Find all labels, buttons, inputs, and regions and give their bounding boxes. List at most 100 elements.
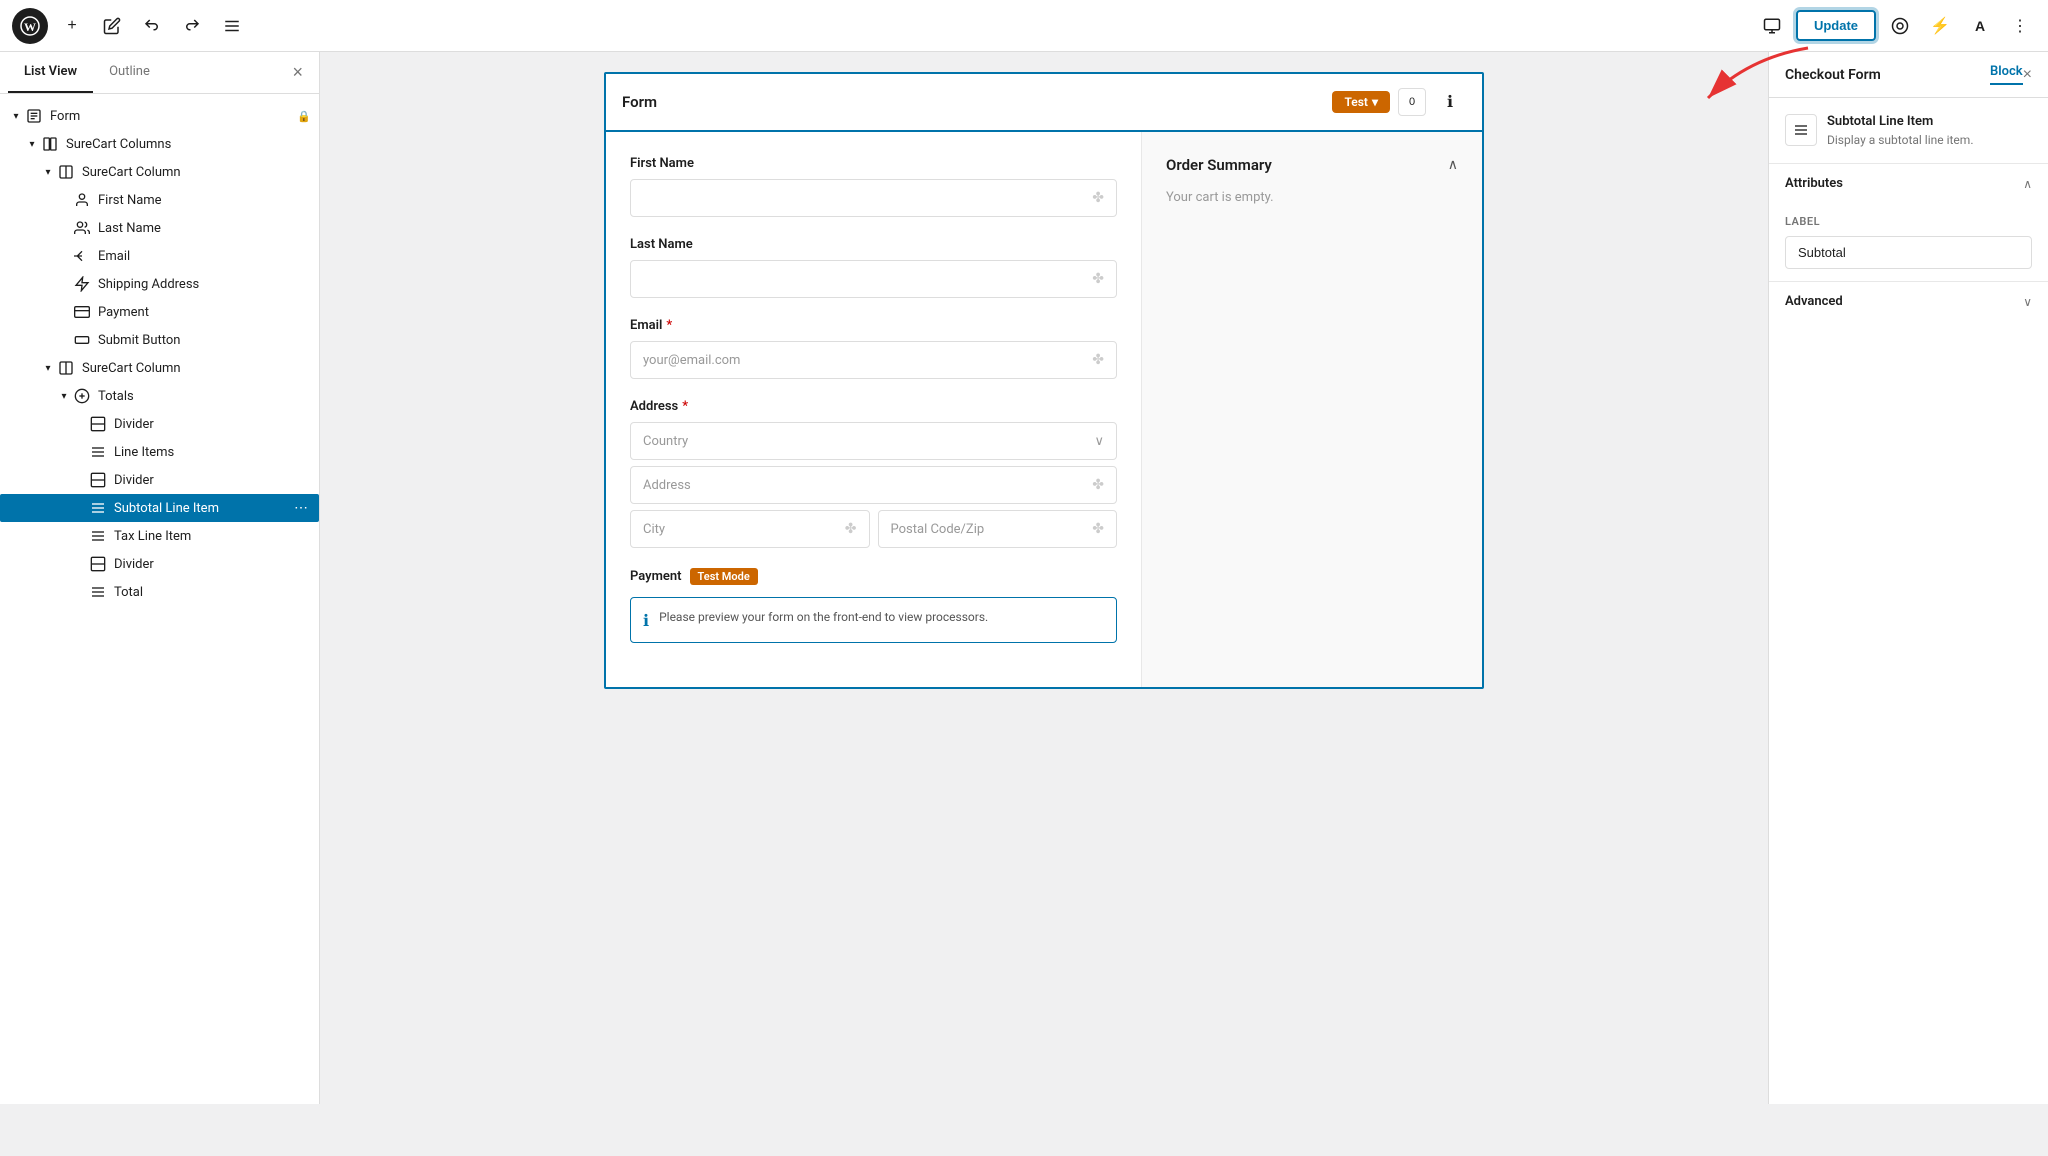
order-summary-empty: Your cart is empty. bbox=[1166, 190, 1458, 205]
form-right: Order Summary ∧ Your cart is empty. bbox=[1142, 132, 1482, 687]
field-input-first-name[interactable]: ✤ bbox=[630, 179, 1117, 217]
tree-item-tax-line-item[interactable]: ▾ Tax Line Item bbox=[0, 522, 319, 550]
tree-item-surecart-columns[interactable]: ▾ SureCart Columns bbox=[0, 130, 319, 158]
tree-item-totals[interactable]: ▾ Totals bbox=[0, 382, 319, 410]
field-select-country[interactable]: Country ∨ bbox=[630, 422, 1117, 460]
tree-item-email[interactable]: ▾ Email bbox=[0, 242, 319, 270]
label-field-input[interactable] bbox=[1785, 236, 2032, 269]
panel-section-advanced: Advanced ∨ bbox=[1769, 282, 2048, 321]
attributes-title: Attributes bbox=[1785, 176, 1843, 191]
field-group-payment: Payment Test Mode ℹ Please preview your … bbox=[630, 568, 1117, 643]
tree-label-total: Total bbox=[114, 585, 311, 600]
payment-title: Payment bbox=[630, 569, 682, 584]
panel-section-attributes-header[interactable]: Attributes ∧ bbox=[1769, 164, 2048, 203]
advanced-toggle-icon: ∨ bbox=[2023, 295, 2032, 309]
icon-first-name bbox=[72, 190, 92, 210]
form-info-button[interactable]: ℹ bbox=[1434, 86, 1466, 118]
tree-item-surecart-column-2[interactable]: ▾ SureCart Column bbox=[0, 354, 319, 382]
more-options-button[interactable]: ⋮ bbox=[2004, 10, 2036, 42]
redo-button[interactable] bbox=[176, 10, 208, 42]
styles-button[interactable] bbox=[1884, 10, 1916, 42]
payment-notice: ℹ Please preview your form on the front-… bbox=[630, 597, 1117, 643]
field-input-email[interactable]: your@email.com ✤ bbox=[630, 341, 1117, 379]
tree-item-divider-3[interactable]: ▾ Divider bbox=[0, 550, 319, 578]
tree-item-form[interactable]: ▾ Form 🔒 bbox=[0, 102, 319, 130]
drag-icon-address: ✤ bbox=[1092, 477, 1104, 493]
address-placeholder: Address bbox=[643, 478, 691, 493]
icon-email bbox=[72, 246, 92, 266]
tree-item-shipping-address[interactable]: ▾ Shipping Address bbox=[0, 270, 319, 298]
field-input-last-name[interactable]: ✤ bbox=[630, 260, 1117, 298]
tree-item-divider-1[interactable]: ▾ Divider bbox=[0, 410, 319, 438]
a-button[interactable]: A bbox=[1964, 10, 1996, 42]
tree-label-form: Form bbox=[50, 109, 297, 124]
tab-block[interactable]: Block bbox=[1990, 64, 2023, 85]
icon-totals bbox=[72, 386, 92, 406]
order-summary-toggle-icon[interactable]: ∧ bbox=[1448, 157, 1458, 173]
bolt-button[interactable]: ⚡ bbox=[1924, 10, 1956, 42]
tab-outline[interactable]: Outline bbox=[93, 52, 166, 93]
payment-notice-icon: ℹ bbox=[643, 611, 649, 630]
tree-item-line-items[interactable]: ▾ Line Items bbox=[0, 438, 319, 466]
attributes-toggle-icon: ∧ bbox=[2023, 177, 2032, 191]
tree-item-submit-button[interactable]: ▾ Submit Button bbox=[0, 326, 319, 354]
svg-text:W: W bbox=[24, 20, 36, 34]
tree-item-total[interactable]: ▾ Total bbox=[0, 578, 319, 606]
icon-shipping-address bbox=[72, 274, 92, 294]
toggle-form[interactable]: ▾ bbox=[8, 108, 24, 124]
right-sidebar: Checkout Form Block × Subtotal Line Item… bbox=[1768, 52, 2048, 1104]
tree-label-shipping-address: Shipping Address bbox=[98, 277, 311, 292]
icon-submit-button bbox=[72, 330, 92, 350]
preview-button[interactable] bbox=[1756, 10, 1788, 42]
list-view-button[interactable] bbox=[216, 10, 248, 42]
toolbar: W + Update ⚡ A ⋮ bbox=[0, 0, 2048, 52]
add-button[interactable]: + bbox=[56, 10, 88, 42]
tree-item-surecart-column-1[interactable]: ▾ SureCart Column bbox=[0, 158, 319, 186]
tree-item-last-name[interactable]: ▾ Last Name bbox=[0, 214, 319, 242]
right-sidebar-tabs: Block bbox=[1990, 64, 2023, 85]
order-summary-title: Order Summary bbox=[1166, 156, 1272, 174]
icon-divider-1 bbox=[88, 414, 108, 434]
advanced-section-header[interactable]: Advanced ∨ bbox=[1785, 294, 2032, 309]
tree-label-line-items: Line Items bbox=[114, 445, 311, 460]
field-group-email: Email * your@email.com ✤ bbox=[630, 318, 1117, 379]
test-badge[interactable]: Test ▾ bbox=[1332, 91, 1390, 113]
icon-tax-line-item bbox=[88, 526, 108, 546]
tree-item-payment[interactable]: ▾ Payment bbox=[0, 298, 319, 326]
tree-item-divider-2[interactable]: ▾ Divider bbox=[0, 466, 319, 494]
tab-list-view[interactable]: List View bbox=[8, 52, 93, 93]
field-input-city[interactable]: City ✤ bbox=[630, 510, 870, 548]
wp-logo[interactable]: W bbox=[12, 8, 48, 44]
icon-divider-2 bbox=[88, 470, 108, 490]
icon-surecart-column-1 bbox=[56, 162, 76, 182]
toggle-surecart-column-2[interactable]: ▾ bbox=[40, 360, 56, 376]
canvas-area: Form Test ▾ 0 ℹ First Name bbox=[320, 52, 1768, 1104]
left-sidebar: List View Outline × ▾ Form 🔒 ▾ SureCart … bbox=[0, 52, 320, 1104]
form-left: First Name ✤ Last Name ✤ bbox=[606, 132, 1142, 687]
tree-label-surecart-columns: SureCart Columns bbox=[66, 137, 311, 152]
toggle-surecart-column-1[interactable]: ▾ bbox=[40, 164, 56, 180]
field-input-address[interactable]: Address ✤ bbox=[630, 466, 1117, 504]
toggle-totals[interactable]: ▾ bbox=[56, 388, 72, 404]
sidebar-close-button[interactable]: × bbox=[284, 52, 311, 93]
block-info-icon bbox=[1785, 114, 1817, 146]
drag-icon-postal: ✤ bbox=[1092, 521, 1104, 537]
icon-last-name bbox=[72, 218, 92, 238]
icon-subtotal-line-item bbox=[88, 498, 108, 518]
field-group-first-name: First Name ✤ bbox=[630, 156, 1117, 217]
tree-item-subtotal-line-item[interactable]: ▾ Subtotal Line Item ⋯ bbox=[0, 494, 319, 522]
tree-item-first-name[interactable]: ▾ First Name bbox=[0, 186, 319, 214]
undo-button[interactable] bbox=[136, 10, 168, 42]
toggle-surecart-columns[interactable]: ▾ bbox=[24, 136, 40, 152]
update-button[interactable]: Update bbox=[1796, 10, 1876, 41]
email-placeholder: your@email.com bbox=[643, 353, 740, 368]
form-comment-button[interactable]: 0 bbox=[1398, 88, 1426, 116]
block-name: Subtotal Line Item bbox=[1827, 114, 1973, 129]
payment-notice-text: Please preview your form on the front-en… bbox=[659, 610, 988, 624]
edit-button[interactable] bbox=[96, 10, 128, 42]
field-group-address: Address * Country ∨ Address ✤ bbox=[630, 399, 1117, 548]
right-sidebar-close-button[interactable]: × bbox=[2023, 66, 2032, 84]
drag-icon-city: ✤ bbox=[845, 521, 857, 537]
more-button-subtotal[interactable]: ⋯ bbox=[291, 498, 311, 518]
field-input-postal[interactable]: Postal Code/Zip ✤ bbox=[878, 510, 1118, 548]
